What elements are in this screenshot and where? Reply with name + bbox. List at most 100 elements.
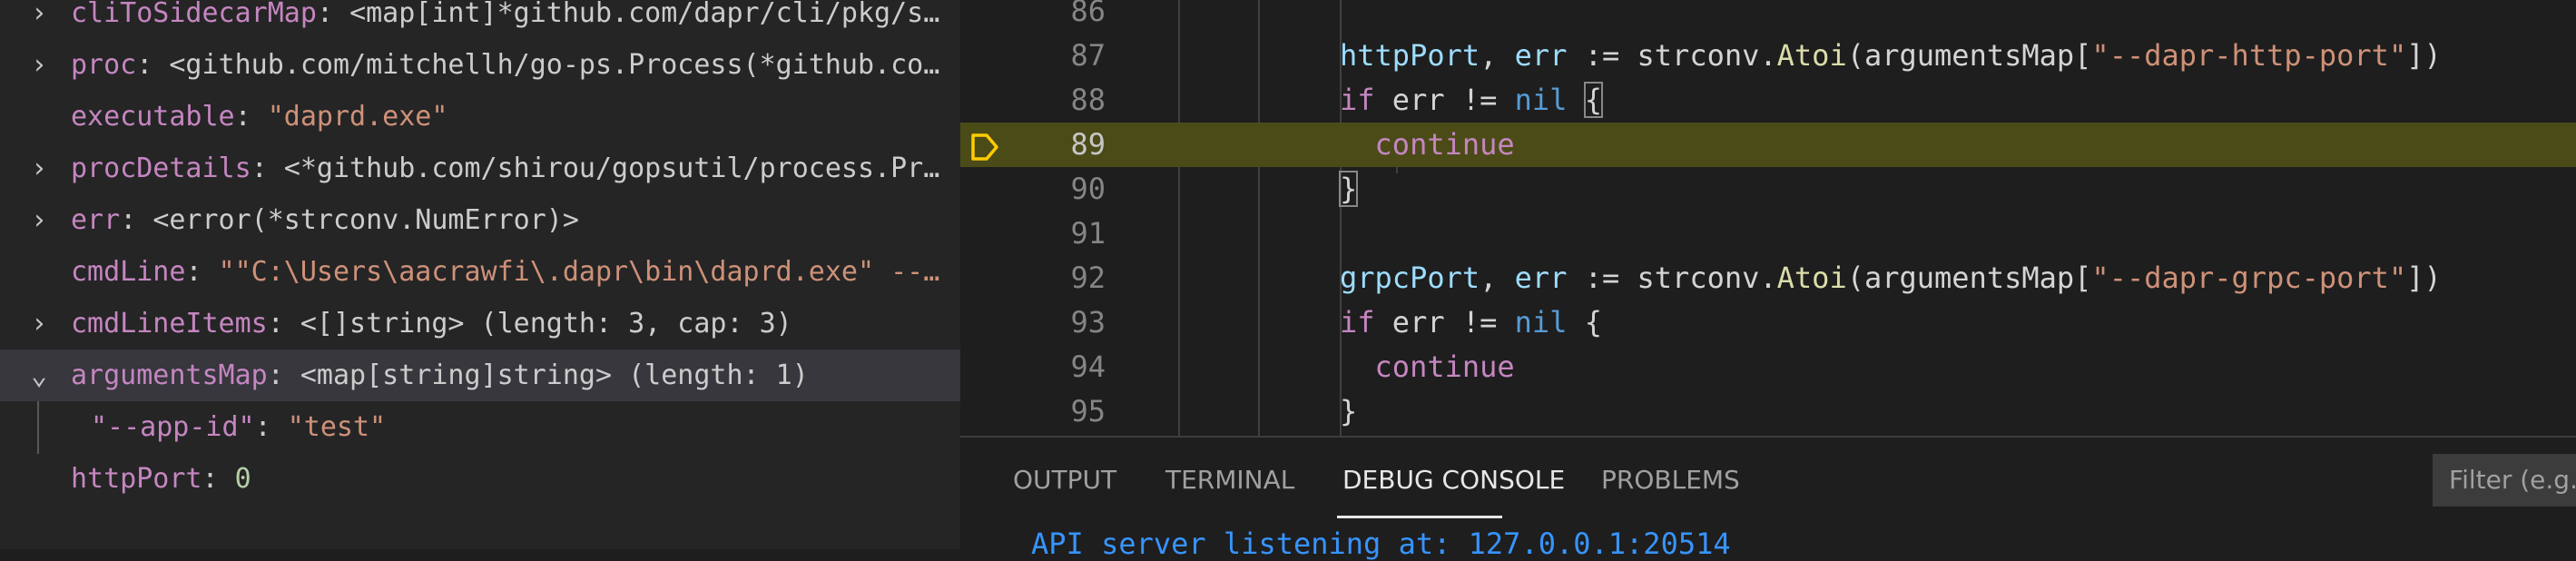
code-editor[interactable]: 86 87 httpPort, err := strconv.Atoi(argume…	[960, 0, 2576, 436]
chevron-right-icon[interactable]: ›	[25, 298, 53, 349]
variable-value: 0	[234, 463, 251, 495]
line-number[interactable]: 90	[960, 167, 1106, 212]
code-line[interactable]: 90}	[960, 167, 2576, 212]
variable-text: argumentsMap: <map[string]string> (lengt…	[71, 359, 809, 391]
chevron-right-icon[interactable]: ›	[25, 143, 53, 194]
current-execution-pointer-icon[interactable]	[969, 132, 1000, 162]
bottom-panel: OUTPUT TERMINAL DEBUG CONSOLE PROBLEMS F…	[960, 436, 2576, 561]
code-token: := strconv.	[1567, 38, 1777, 73]
current-code-line[interactable]: 89 continue	[960, 123, 2576, 167]
variable-row[interactable]: › cmdLineItems: <[]string> (length: 3, ca…	[0, 298, 960, 349]
variable-text: cliToSidecarMap: <map[int]*github.com/da…	[71, 0, 939, 39]
variable-value: <*github.com/shirou/gopsutil/process.Pr…	[283, 153, 940, 184]
code-token: "--dapr-http-port"	[2091, 38, 2407, 73]
matching-brace: }	[1338, 171, 1359, 207]
variable-text: cmdLine: ""C:\Users\aacrawfi\.dapr\bin\d…	[71, 256, 940, 288]
variable-value: "test"	[287, 411, 387, 443]
variable-name: procDetails	[71, 153, 251, 184]
tab-output[interactable]: OUTPUT	[1013, 465, 1116, 495]
variable-value: <error(*strconv.NumError)>	[152, 204, 579, 236]
line-number[interactable]: 91	[960, 212, 1106, 256]
code-token: err	[1514, 261, 1568, 295]
code-token: Atoi	[1776, 261, 1847, 295]
code-text: if err != nil {	[1340, 300, 1602, 345]
variable-value: <map[int]*github.com/dapr/cli/pkg/s…	[349, 0, 940, 29]
variable-row[interactable]: ⌄ argumentsMap: <map[string]string> (leng…	[0, 349, 960, 401]
line-number[interactable]: 87	[960, 34, 1106, 78]
variable-row[interactable]: › err: <error(*strconv.NumError)>	[0, 194, 960, 246]
code-token: if	[1340, 305, 1375, 340]
code-token: err !=	[1374, 305, 1515, 340]
line-number[interactable]: 95	[960, 389, 1106, 434]
code-token: nil	[1514, 83, 1568, 117]
console-filter-input[interactable]: Filter (e.g.	[2433, 454, 2576, 507]
variable-row[interactable]: executable: "daprd.exe"	[0, 91, 960, 143]
code-token: ])	[2406, 38, 2442, 73]
code-line[interactable]: 95}	[960, 389, 2576, 434]
chevron-right-icon[interactable]: ›	[25, 0, 53, 39]
variable-row[interactable]: httpPort: 0	[0, 453, 960, 505]
chevron-down-icon[interactable]: ⌄	[25, 349, 53, 401]
variable-name: proc	[71, 49, 137, 81]
code-token: if	[1340, 83, 1375, 117]
code-token: err !=	[1374, 83, 1515, 117]
variable-text: proc: <github.com/mitchellh/go-ps.Proces…	[71, 49, 940, 81]
code-text: }	[1338, 167, 1359, 212]
code-token: := strconv.	[1567, 261, 1777, 295]
code-token: grpcPort	[1340, 261, 1480, 295]
code-token: ,	[1480, 38, 1515, 73]
code-token: (argumentsMap[	[1846, 38, 2092, 73]
code-token: httpPort	[1340, 38, 1480, 73]
code-line[interactable]: 87 httpPort, err := strconv.Atoi(argument…	[960, 34, 2576, 78]
tab-terminal[interactable]: TERMINAL	[1165, 465, 1294, 495]
code-line[interactable]: 88 if err != nil {	[960, 78, 2576, 123]
line-number[interactable]: 92	[960, 256, 1106, 300]
variable-text: err: <error(*strconv.NumError)>	[71, 204, 579, 236]
variable-name: cmdLineItems	[71, 308, 268, 340]
code-token: continue	[1374, 349, 1515, 384]
variable-value: ""C:\Users\aacrawfi\.dapr\bin\daprd.exe"…	[218, 256, 940, 288]
code-line[interactable]: 93 if err != nil {	[960, 300, 2576, 345]
variable-name: executable	[71, 101, 235, 133]
code-token: "--dapr-grpc-port"	[2091, 261, 2407, 295]
variable-name: argumentsMap	[71, 359, 268, 391]
line-number[interactable]: 88	[960, 78, 1106, 123]
variable-name: "--app-id"	[91, 411, 255, 443]
variable-value: <github.com/mitchellh/go-ps.Process(*git…	[169, 49, 940, 81]
code-line[interactable]: 86	[960, 0, 2576, 34]
code-token: (argumentsMap[	[1846, 261, 2092, 295]
tab-problems[interactable]: PROBLEMS	[1601, 465, 1740, 495]
variable-row[interactable]: cmdLine: ""C:\Users\aacrawfi\.dapr\bin\d…	[0, 246, 960, 298]
line-number[interactable]: 94	[960, 345, 1106, 389]
chevron-right-icon[interactable]: ›	[25, 39, 53, 91]
code-token: }	[1340, 394, 1358, 428]
code-token: ,	[1480, 261, 1515, 295]
code-token: Atoi	[1776, 38, 1847, 73]
code-text: continue	[1340, 123, 1515, 167]
code-token: continue	[1374, 127, 1515, 162]
variable-row[interactable]: › proc: <github.com/mitchellh/go-ps.Proce…	[0, 39, 960, 91]
variable-name: httpPort	[71, 463, 202, 495]
code-line[interactable]: 92 grpcPort, err := strconv.Atoi(argument…	[960, 256, 2576, 300]
code-token: ])	[2406, 261, 2442, 295]
variable-value: <[]string> (length: 3, cap: 3)	[300, 308, 792, 340]
matching-brace: {	[1583, 82, 1603, 118]
active-tab-indicator	[1337, 516, 1502, 518]
variable-text: executable: "daprd.exe"	[71, 101, 448, 133]
variable-text: httpPort: 0	[71, 463, 251, 495]
variable-row[interactable]: "--app-id": "test"	[0, 401, 960, 453]
variable-name: cmdLine	[71, 256, 186, 288]
variable-row[interactable]: › cliToSidecarMap: <map[int]*github.com/d…	[0, 0, 960, 39]
tab-debug-console[interactable]: DEBUG CONSOLE	[1342, 465, 1565, 495]
line-number[interactable]: 86	[960, 0, 1106, 34]
variable-name: cliToSidecarMap	[71, 0, 317, 29]
variable-row[interactable]: › procDetails: <*github.com/shirou/gopsut…	[0, 143, 960, 194]
variables-panel: › cliToSidecarMap: <map[int]*github.com/d…	[0, 0, 960, 549]
code-line[interactable]: 94 continue	[960, 345, 2576, 389]
code-text: if err != nil {	[1340, 78, 1603, 123]
chevron-right-icon[interactable]: ›	[25, 194, 53, 246]
line-number[interactable]: 93	[960, 300, 1106, 345]
code-line[interactable]: 91	[960, 212, 2576, 256]
